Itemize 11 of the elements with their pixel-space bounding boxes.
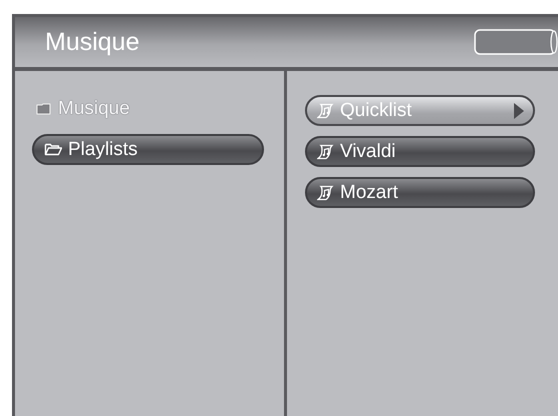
window-title: Musique — [45, 28, 140, 56]
playlist-item[interactable]: Mozart — [305, 177, 535, 208]
folder-icon — [36, 102, 52, 114]
battery-icon — [474, 28, 558, 56]
folder-icon — [44, 143, 62, 156]
playlist-item[interactable]: Vivaldi — [305, 136, 535, 167]
arrow-icon — [513, 102, 525, 120]
music-note-icon — [317, 184, 334, 200]
music-note-icon — [317, 102, 334, 118]
music-note-icon — [317, 144, 334, 160]
folder-item[interactable]: Playlists — [32, 134, 264, 165]
